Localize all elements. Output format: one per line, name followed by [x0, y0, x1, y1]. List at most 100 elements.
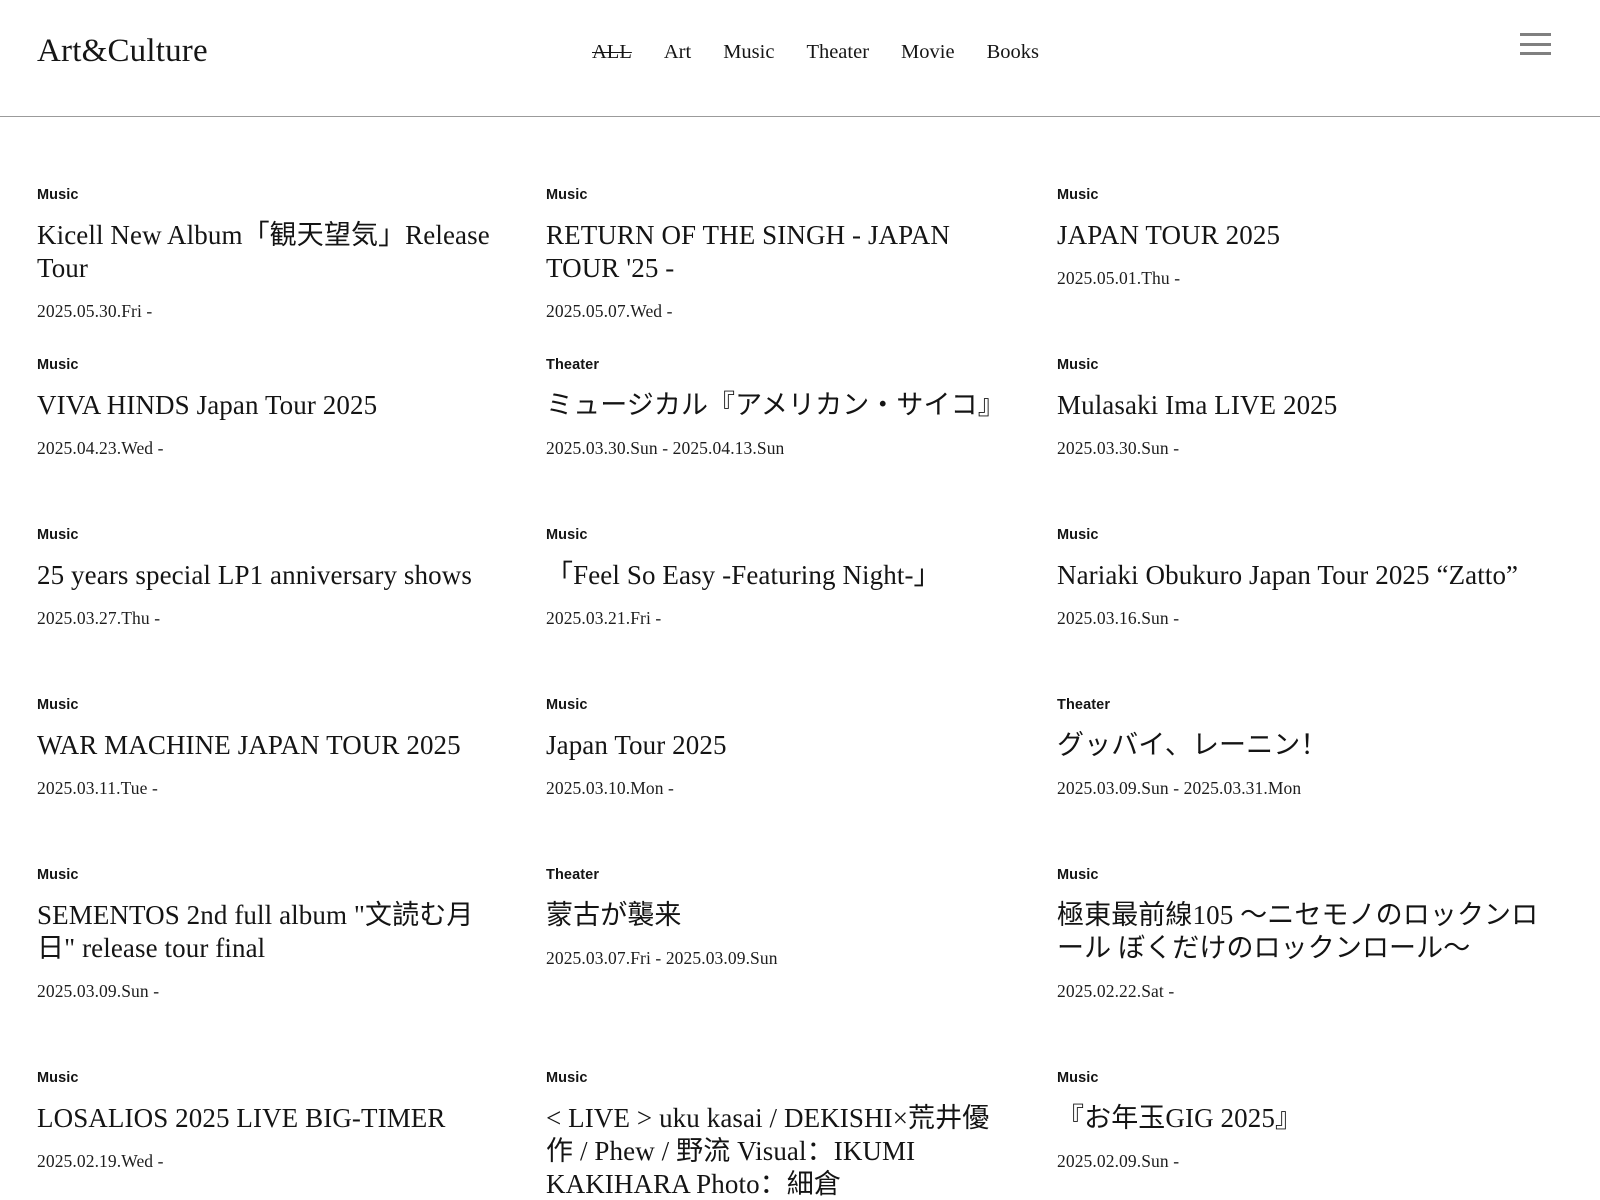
event-card[interactable]: Music WAR MACHINE JAPAN TOUR 2025 2025.03.…: [37, 695, 507, 800]
event-card[interactable]: Music < LIVE > uku kasai / DEKISHI×荒井優作 /…: [546, 1068, 1016, 1200]
event-title: 25 years special LP1 anniversary shows: [37, 560, 472, 590]
event-date: 2025.03.30.Sun - 2025.04.13.Sun: [546, 437, 785, 458]
site-header: Art&Culture ALL Art Music Theater Movie …: [0, 0, 1600, 117]
event-date: 2025.05.07.Wed -: [546, 300, 673, 321]
hamburger-line-2: [1520, 42, 1551, 46]
main-nav: ALL Art Music Theater Movie Books: [592, 39, 1039, 65]
grid-cell: Music Japan Tour 2025 2025.03.10.Mon -: [546, 695, 1016, 800]
event-title: < LIVE > uku kasai / DEKISHI×荒井優作 / Phew…: [546, 1103, 990, 1199]
event-category: Music: [546, 697, 588, 713]
event-category: Theater: [546, 357, 600, 373]
hamburger-line-1: [1520, 33, 1551, 36]
grid-cell: Music JAPAN TOUR 2025 2025.05.01.Thu -: [1057, 185, 1557, 290]
event-title: 『お年玉GIG 2025』: [1057, 1103, 1303, 1133]
event-card[interactable]: Music Mulasaki Ima LIVE 2025 2025.03.30.Su…: [1057, 355, 1557, 460]
event-category: Music: [37, 1070, 79, 1086]
event-date: 2025.02.22.Sat -: [1057, 980, 1175, 1001]
event-title: Japan Tour 2025: [546, 730, 727, 760]
event-category: Music: [1057, 187, 1099, 203]
grid-cell: Theater 蒙古が襲来 2025.03.07.Fri - 2025.03.09.…: [546, 865, 1016, 970]
event-title: JAPAN TOUR 2025: [1057, 220, 1281, 250]
grid-cell: Music 極東最前線105 〜ニセモノのロックンロール ぼくだけのロックンロール…: [1057, 865, 1557, 1003]
event-card[interactable]: Music Japan Tour 2025 2025.03.10.Mon -: [546, 695, 1016, 800]
event-category: Music: [37, 187, 79, 203]
event-card[interactable]: Music JAPAN TOUR 2025 2025.05.01.Thu -: [1057, 185, 1557, 290]
grid-cell: Music 「Feel So Easy -Featuring Night-」 202…: [546, 525, 1016, 630]
nav-item-movie[interactable]: Movie: [901, 39, 955, 65]
event-card[interactable]: Music RETURN OF THE SINGH - JAPAN TOUR '2…: [546, 185, 1016, 323]
event-date: 2025.03.07.Fri - 2025.03.09.Sun: [546, 947, 778, 968]
event-card[interactable]: Music Kicell New Album「観天望気」Release Tour 2…: [37, 185, 507, 323]
event-title: 「Feel So Easy -Featuring Night-」: [546, 560, 941, 590]
event-category: Music: [546, 1070, 588, 1086]
event-title: SEMENTOS 2nd full album "文読む月日" release …: [37, 900, 474, 963]
event-date: 2025.03.10.Mon -: [546, 777, 674, 798]
event-date: 2025.02.19.Wed -: [37, 1150, 164, 1171]
grid-cell: Music SEMENTOS 2nd full album "文読む月日" rel…: [37, 865, 507, 1003]
event-card[interactable]: Theater ミュージカル『アメリカン・サイコ』 2025.03.30.Sun -…: [546, 355, 1016, 460]
event-card[interactable]: Music LOSALIOS 2025 LIVE BIG-TIMER 2025.02…: [37, 1068, 507, 1173]
event-card[interactable]: Theater 蒙古が襲来 2025.03.07.Fri - 2025.03.09.…: [546, 865, 1016, 970]
event-title: Mulasaki Ima LIVE 2025: [1057, 390, 1338, 420]
grid-cell: Theater グッバイ、レーニン！ 2025.03.09.Sun - 2025.0…: [1057, 695, 1557, 800]
event-category: Music: [37, 527, 79, 543]
nav-item-art[interactable]: Art: [664, 39, 691, 65]
grid-cell: Music < LIVE > uku kasai / DEKISHI×荒井優作 /…: [546, 1068, 1016, 1200]
event-date: 2025.03.21.Fri -: [546, 607, 662, 628]
event-card[interactable]: Music SEMENTOS 2nd full album "文読む月日" rel…: [37, 865, 507, 1003]
event-title: 極東最前線105 〜ニセモノのロックンロール ぼくだけのロックンロール〜: [1057, 900, 1539, 963]
event-title: WAR MACHINE JAPAN TOUR 2025: [37, 730, 461, 760]
event-title: グッバイ、レーニン！: [1057, 730, 1328, 760]
site-logo[interactable]: Art&Culture: [37, 31, 208, 71]
event-date: 2025.03.11.Tue -: [37, 777, 158, 798]
event-category: Music: [546, 187, 588, 203]
event-title: LOSALIOS 2025 LIVE BIG-TIMER: [37, 1103, 446, 1133]
event-category: Music: [546, 527, 588, 543]
event-category: Music: [37, 697, 79, 713]
event-category: Theater: [1057, 697, 1111, 713]
nav-item-all[interactable]: ALL: [592, 39, 632, 65]
grid-cell: Music WAR MACHINE JAPAN TOUR 2025 2025.03.…: [37, 695, 507, 800]
event-title: VIVA HINDS Japan Tour 2025: [37, 390, 378, 420]
grid-cell: Music 25 years special LP1 anniversary sh…: [37, 525, 507, 630]
event-title: ミュージカル『アメリカン・サイコ』: [546, 390, 1005, 420]
hamburger-menu-icon[interactable]: [1520, 33, 1551, 55]
event-archive-grid: Music Kicell New Album「観天望気」Release Tour 2…: [0, 117, 1600, 1200]
event-date: 2025.03.09.Sun -: [37, 980, 160, 1001]
event-date: 2025.03.30.Sun -: [1057, 437, 1180, 458]
event-title: Kicell New Album「観天望気」Release Tour: [37, 220, 490, 283]
event-category: Theater: [546, 867, 600, 883]
event-title: RETURN OF THE SINGH - JAPAN TOUR '25 -: [546, 220, 950, 283]
event-date: 2025.03.27.Thu -: [37, 607, 161, 628]
grid-cell: Theater ミュージカル『アメリカン・サイコ』 2025.03.30.Sun -…: [546, 355, 1016, 460]
event-category: Music: [1057, 867, 1099, 883]
grid-cell: Music Nariaki Obukuro Japan Tour 2025 “Za…: [1057, 525, 1557, 630]
event-date: 2025.02.09.Sun -: [1057, 1150, 1180, 1171]
event-category: Music: [1057, 357, 1099, 373]
nav-item-theater[interactable]: Theater: [806, 39, 869, 65]
grid-cell: Music LOSALIOS 2025 LIVE BIG-TIMER 2025.02…: [37, 1068, 507, 1173]
event-category: Music: [1057, 1070, 1099, 1086]
event-date: 2025.05.30.Fri -: [37, 300, 153, 321]
event-date: 2025.05.01.Thu -: [1057, 267, 1181, 288]
nav-item-books[interactable]: Books: [987, 39, 1039, 65]
hamburger-line-3: [1520, 52, 1551, 55]
event-card[interactable]: Theater グッバイ、レーニン！ 2025.03.09.Sun - 2025.0…: [1057, 695, 1557, 800]
event-date: 2025.03.16.Sun -: [1057, 607, 1180, 628]
grid-cell: Music RETURN OF THE SINGH - JAPAN TOUR '2…: [546, 185, 1016, 323]
event-card[interactable]: Music 『お年玉GIG 2025』 2025.02.09.Sun -: [1057, 1068, 1557, 1173]
grid-cell: Music 『お年玉GIG 2025』 2025.02.09.Sun -: [1057, 1068, 1557, 1173]
grid-cell: Music Kicell New Album「観天望気」Release Tour 2…: [37, 185, 507, 323]
grid-cell: Music VIVA HINDS Japan Tour 2025 2025.04.2…: [37, 355, 507, 460]
event-card[interactable]: Music 25 years special LP1 anniversary sh…: [37, 525, 507, 630]
event-title: Nariaki Obukuro Japan Tour 2025 “Zatto”: [1057, 560, 1519, 590]
event-category: Music: [37, 867, 79, 883]
event-category: Music: [1057, 527, 1099, 543]
event-title: 蒙古が襲来: [546, 900, 682, 930]
event-card[interactable]: Music VIVA HINDS Japan Tour 2025 2025.04.2…: [37, 355, 507, 460]
event-card[interactable]: Music 「Feel So Easy -Featuring Night-」 202…: [546, 525, 1016, 630]
event-date: 2025.04.23.Wed -: [37, 437, 164, 458]
event-card[interactable]: Music Nariaki Obukuro Japan Tour 2025 “Za…: [1057, 525, 1557, 630]
event-card[interactable]: Music 極東最前線105 〜ニセモノのロックンロール ぼくだけのロックンロール…: [1057, 865, 1557, 1003]
nav-item-music[interactable]: Music: [723, 39, 774, 65]
